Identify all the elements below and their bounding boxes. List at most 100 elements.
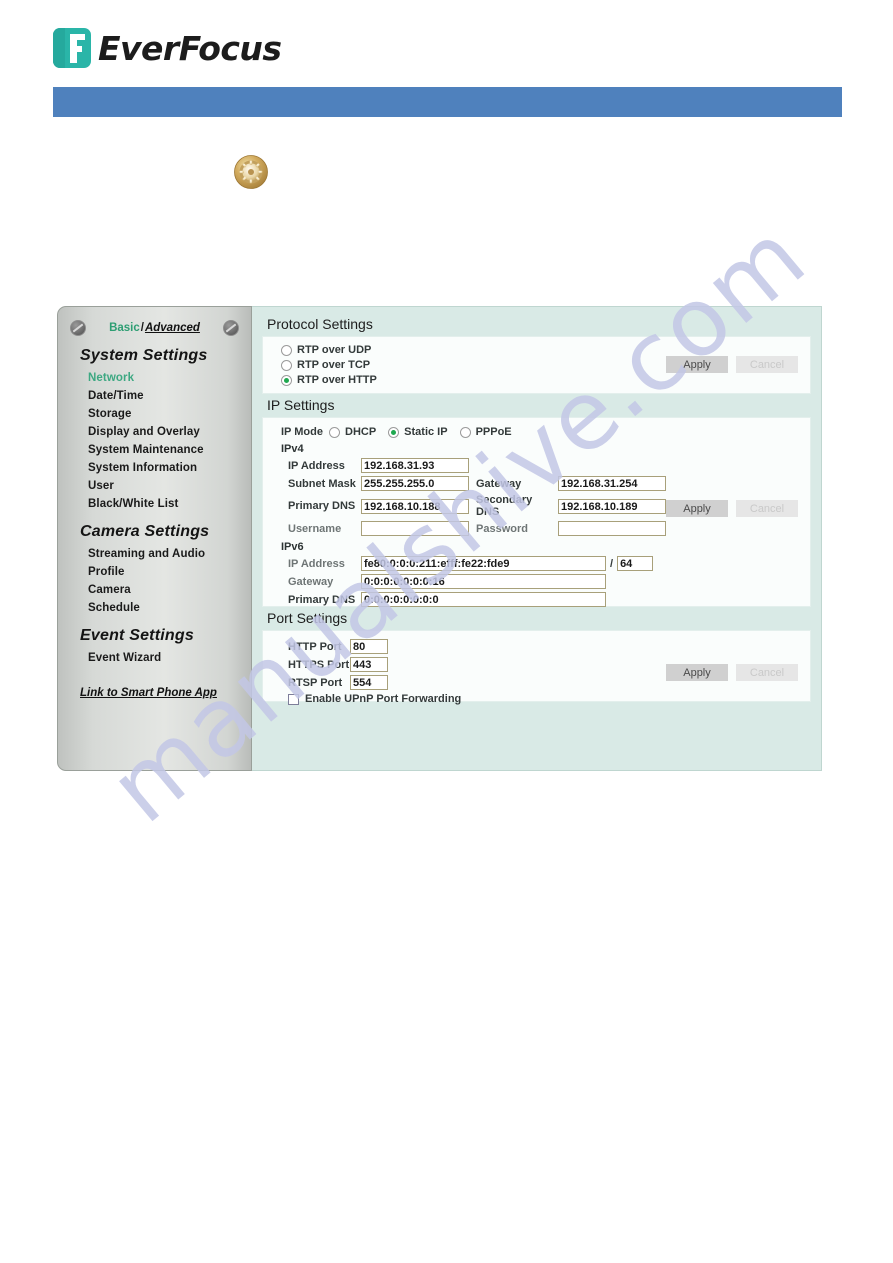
protocol-option-rtp-over-udp[interactable]: RTP over UDP	[281, 344, 810, 356]
radio-dhcp[interactable]	[329, 426, 340, 438]
port-apply-button[interactable]: Apply	[666, 664, 728, 681]
ipv4-subnet-mask-input[interactable]: 255.255.255.0	[361, 476, 469, 491]
ipv6-primary-dns-label: Primary DNS	[288, 593, 356, 606]
sidebar-item-camera[interactable]: Camera	[58, 581, 251, 599]
sidebar-item-user[interactable]: User	[58, 477, 251, 495]
sidebar-item-date-time[interactable]: Date/Time	[58, 387, 251, 405]
nav-group-title-event-settings: Event Settings	[80, 627, 194, 644]
ipv4-primary-dns-input[interactable]: 192.168.10.188	[361, 498, 469, 514]
sidebar-header: Basic/Advanced	[58, 307, 251, 337]
ipv4-credentials-row: Username Password	[281, 521, 810, 536]
rtsp-port-label: RTSP Port	[288, 676, 343, 689]
ip-actions: Apply Cancel	[666, 500, 798, 517]
sidebar-item-streaming-and-audio[interactable]: Streaming and Audio	[58, 545, 251, 563]
ipv6-primary-dns-input[interactable]: 0:0:0:0:0:0:0:0	[361, 592, 606, 607]
ip-cancel-button: Cancel	[736, 500, 798, 517]
camera-web-ui: Basic/Advanced System Settings Network D…	[57, 306, 822, 771]
ip-settings-title: IP Settings	[267, 397, 335, 413]
ip-mode-option-static-ip[interactable]: Static IP	[388, 426, 448, 438]
sidebar-item-event-wizard[interactable]: Event Wizard	[58, 649, 251, 667]
protocol-option-rtp-over-http[interactable]: RTP over HTTP	[281, 374, 810, 386]
upnp-label: Enable UPnP Port Forwarding	[305, 693, 462, 705]
settings-content: Protocol Settings RTP over UDP RTP over …	[252, 306, 822, 771]
ipv6-primary-dns-row: Primary DNS 0:0:0:0:0:0:0:0	[281, 592, 810, 607]
ip-mode-option-label: PPPoE	[475, 426, 512, 438]
protocol-apply-button[interactable]: Apply	[666, 356, 728, 373]
rtsp-port-input[interactable]: 554	[350, 675, 388, 690]
nav-group-title-system-settings: System Settings	[80, 347, 208, 364]
radio-rtp-over-udp[interactable]	[281, 344, 292, 356]
port-settings-panel: HTTP Port 80 HTTPS Port 443 RTSP Port 55…	[262, 630, 811, 705]
sidebar-item-schedule[interactable]: Schedule	[58, 599, 251, 617]
port-cancel-button: Cancel	[736, 664, 798, 681]
brand-name: EverFocus	[98, 28, 282, 68]
mode-switch[interactable]: Basic/Advanced	[86, 322, 223, 334]
upnp-row[interactable]: Enable UPnP Port Forwarding	[281, 693, 810, 705]
http-port-row: HTTP Port 80	[281, 639, 810, 654]
protocol-option-label: RTP over UDP	[297, 344, 372, 356]
radio-static-ip[interactable]	[388, 426, 400, 438]
ipv4-ip-address-label: IP Address	[288, 459, 345, 472]
ipv4-primary-dns-label: Primary DNS	[288, 500, 356, 512]
ipv4-gateway-input[interactable]: 192.168.31.254	[558, 476, 666, 491]
protocol-option-label: RTP over HTTP	[297, 374, 377, 386]
ipv4-password-input[interactable]	[558, 521, 666, 536]
https-port-label: HTTPS Port	[288, 658, 350, 671]
sidebar-item-system-maintenance[interactable]: System Maintenance	[58, 441, 251, 459]
ipv4-secondary-dns-input[interactable]: 192.168.10.189	[558, 498, 666, 514]
ipv6-ip-address-label: IP Address	[288, 557, 345, 570]
screw-icon-right	[223, 320, 239, 336]
gear-icon	[233, 154, 269, 190]
protocol-actions: Apply Cancel	[666, 356, 798, 373]
radio-rtp-over-tcp[interactable]	[281, 359, 292, 371]
sidebar: Basic/Advanced System Settings Network D…	[57, 306, 252, 771]
ip-apply-button[interactable]: Apply	[666, 500, 728, 517]
radio-rtp-over-http[interactable]	[281, 374, 292, 386]
ipv6-heading: IPv6	[281, 541, 304, 553]
ipv6-ip-address-input[interactable]: fe80:0:0:0:211:efff:fe22:fde9	[361, 556, 606, 571]
everfocus-logo-icon	[53, 28, 91, 68]
nav-group-title-camera-settings: Camera Settings	[80, 523, 210, 540]
ipv6-prefix-separator: /	[610, 557, 614, 570]
sidebar-item-network[interactable]: Network	[58, 369, 251, 387]
protocol-option-label: RTP over TCP	[297, 359, 371, 371]
radio-pppoe[interactable]	[459, 426, 471, 438]
https-port-input[interactable]: 443	[350, 657, 388, 672]
upnp-checkbox[interactable]	[288, 693, 299, 705]
ip-mode-option-dhcp[interactable]: DHCP	[329, 426, 376, 438]
ip-mode-row: IP Mode DHCP Static IP PPPoE	[281, 426, 810, 438]
ipv4-gateway-label: Gateway	[476, 477, 522, 490]
ipv4-secondary-dns-label: Secondary DNS	[476, 494, 533, 518]
ipv6-prefix-input[interactable]: 64	[617, 556, 654, 571]
mode-advanced-link[interactable]: Advanced	[145, 322, 200, 334]
sidebar-item-black-white-list[interactable]: Black/White List	[58, 495, 251, 513]
ipv4-subnet-mask-label: Subnet Mask	[288, 477, 356, 490]
sidebar-item-profile[interactable]: Profile	[58, 563, 251, 581]
ipv4-username-label: Username	[288, 522, 342, 535]
sidebar-item-storage[interactable]: Storage	[58, 405, 251, 423]
mode-basic-link[interactable]: Basic	[109, 322, 140, 334]
ipv4-password-label: Password	[476, 522, 528, 535]
port-settings-title: Port Settings	[267, 610, 348, 626]
ipv4-subnet-gateway-row: Subnet Mask 255.255.255.0 Gateway 192.16…	[281, 476, 810, 491]
page-header-bar	[53, 87, 842, 117]
ipv6-ip-address-row: IP Address fe80:0:0:0:211:efff:fe22:fde9…	[281, 556, 810, 571]
ip-mode-label: IP Mode	[281, 426, 323, 438]
ipv6-gateway-row: Gateway 0:0:0:0:0:0:0:16	[281, 574, 810, 589]
screw-icon-left	[70, 320, 86, 336]
ipv4-heading: IPv4	[281, 443, 304, 455]
sidebar-item-system-information[interactable]: System Information	[58, 459, 251, 477]
protocol-cancel-button: Cancel	[736, 356, 798, 373]
link-to-smart-phone-app[interactable]: Link to Smart Phone App	[58, 667, 251, 699]
ipv6-gateway-label: Gateway	[288, 575, 334, 588]
ipv4-username-input[interactable]	[361, 521, 469, 536]
http-port-label: HTTP Port	[288, 640, 342, 653]
port-actions: Apply Cancel	[666, 664, 798, 681]
ipv4-ip-address-input[interactable]: 192.168.31.93	[361, 458, 469, 473]
http-port-input[interactable]: 80	[350, 639, 388, 654]
ipv6-gateway-input[interactable]: 0:0:0:0:0:0:0:16	[361, 574, 606, 589]
ip-settings-panel: IP Mode DHCP Static IP PPPoE IPv4 IP Add…	[262, 417, 811, 607]
sidebar-item-display-and-overlay[interactable]: Display and Overlay	[58, 423, 251, 441]
ip-mode-option-pppoe[interactable]: PPPoE	[459, 426, 512, 438]
protocol-settings-panel: RTP over UDP RTP over TCP RTP over HTTP …	[262, 336, 811, 394]
